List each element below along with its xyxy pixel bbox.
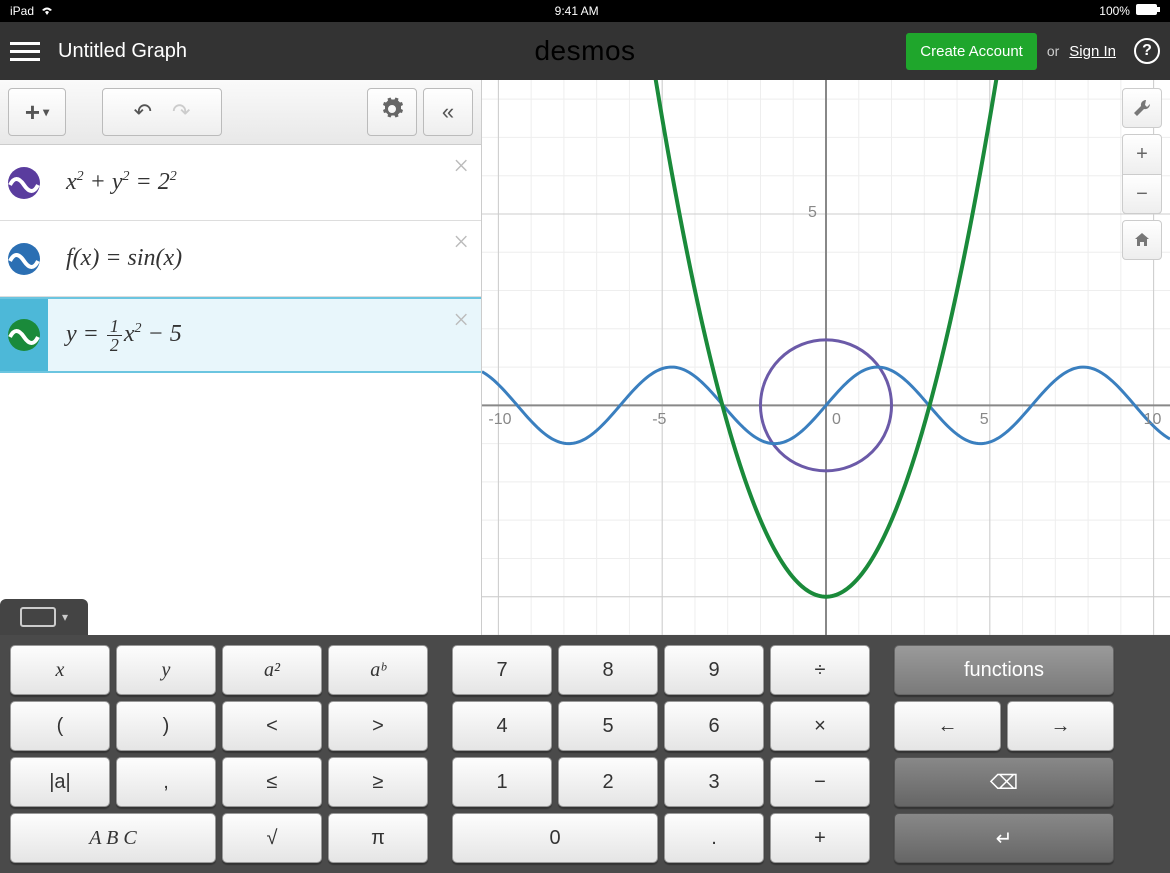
delete-expression-icon[interactable]: × bbox=[453, 227, 469, 259]
tick-label: 10 bbox=[1144, 411, 1162, 429]
redo-icon[interactable]: ↷ bbox=[172, 99, 190, 125]
tick-label: 5 bbox=[980, 411, 989, 429]
menu-icon[interactable] bbox=[10, 36, 40, 66]
zoom-out-button[interactable]: − bbox=[1122, 174, 1162, 214]
delete-expression-icon[interactable]: × bbox=[453, 305, 469, 337]
key[interactable]: ÷ bbox=[770, 645, 870, 695]
key[interactable]: 3 bbox=[664, 757, 764, 807]
zoom-in-button[interactable]: + bbox=[1122, 134, 1162, 174]
gear-icon bbox=[380, 97, 404, 127]
tick-label: 5 bbox=[808, 204, 817, 222]
key[interactable]: π bbox=[328, 813, 428, 863]
key[interactable]: − bbox=[770, 757, 870, 807]
keyboard-icon bbox=[20, 607, 56, 627]
key[interactable]: × bbox=[770, 701, 870, 751]
status-bar: iPad 9:41 AM 100% bbox=[0, 0, 1170, 22]
brand-logo: desmos bbox=[534, 35, 635, 67]
key[interactable]: y bbox=[116, 645, 216, 695]
key[interactable]: |a| bbox=[10, 757, 110, 807]
wave-icon bbox=[8, 243, 40, 275]
expression-content[interactable]: f(x) = sin(x) bbox=[66, 245, 471, 272]
math-keyboard: xya²aᵇ()<>|a|,≤≥A B C√π 789÷456×123−0.+ … bbox=[0, 635, 1170, 873]
origin-label: 0 bbox=[832, 411, 841, 429]
battery-icon bbox=[1136, 4, 1160, 18]
key[interactable]: ( bbox=[10, 701, 110, 751]
graph-controls: + − bbox=[1122, 88, 1162, 260]
keyboard-section-functions: functions ← → ⌫ ↵ bbox=[894, 645, 1114, 863]
expression-color-handle[interactable] bbox=[0, 221, 48, 296]
signin-link[interactable]: Sign In bbox=[1069, 43, 1116, 60]
key[interactable]: 5 bbox=[558, 701, 658, 751]
key[interactable]: ≤ bbox=[222, 757, 322, 807]
backspace-key[interactable]: ⌫ bbox=[894, 757, 1114, 807]
expression-row[interactable]: x2 + y2 = 22 × bbox=[0, 145, 481, 221]
graph-svg bbox=[482, 80, 1170, 635]
home-icon[interactable] bbox=[1122, 220, 1162, 260]
arrow-left-key[interactable]: ← bbox=[894, 701, 1001, 751]
key[interactable]: aᵇ bbox=[328, 645, 428, 695]
app-header: Untitled Graph desmos Create Account or … bbox=[0, 22, 1170, 80]
expression-content[interactable]: y = 12x2 − 5 bbox=[66, 317, 471, 354]
key[interactable]: < bbox=[222, 701, 322, 751]
enter-key[interactable]: ↵ bbox=[894, 813, 1114, 863]
undo-icon[interactable]: ↶ bbox=[134, 99, 152, 125]
key[interactable]: 4 bbox=[452, 701, 552, 751]
wrench-icon[interactable] bbox=[1122, 88, 1162, 128]
keyboard-section-symbols: xya²aᵇ ()<> |a|,≤≥ A B C√π bbox=[10, 645, 428, 863]
status-time: 9:41 AM bbox=[555, 4, 599, 18]
key[interactable]: √ bbox=[222, 813, 322, 863]
arrow-right-key[interactable]: → bbox=[1007, 701, 1114, 751]
device-label: iPad bbox=[10, 4, 34, 18]
wifi-icon bbox=[40, 4, 54, 18]
create-account-button[interactable]: Create Account bbox=[906, 33, 1037, 70]
expression-row[interactable]: y = 12x2 − 5 × bbox=[0, 297, 481, 373]
graph-canvas[interactable]: + − -10 -5 5 10 5 0 bbox=[482, 80, 1170, 635]
keyboard-toggle-button[interactable]: ▾ bbox=[0, 599, 88, 635]
key[interactable]: 6 bbox=[664, 701, 764, 751]
keyboard-section-numpad: 789÷ 456× 123− 0.+ bbox=[452, 645, 870, 863]
key[interactable]: 9 bbox=[664, 645, 764, 695]
tick-label: -10 bbox=[488, 411, 511, 429]
expression-color-handle[interactable] bbox=[0, 299, 48, 371]
key[interactable]: A B C bbox=[10, 813, 216, 863]
add-expression-button[interactable]: +▾ bbox=[8, 88, 66, 136]
or-text: or bbox=[1047, 43, 1059, 59]
tick-label: -5 bbox=[652, 411, 666, 429]
collapse-sidebar-button[interactable]: « bbox=[423, 88, 473, 136]
key[interactable]: 8 bbox=[558, 645, 658, 695]
key[interactable]: 2 bbox=[558, 757, 658, 807]
key[interactable]: ) bbox=[116, 701, 216, 751]
wave-icon bbox=[8, 319, 40, 351]
expression-content[interactable]: x2 + y2 = 22 bbox=[66, 169, 471, 196]
wave-icon bbox=[8, 167, 40, 199]
settings-button[interactable] bbox=[367, 88, 417, 136]
battery-pct: 100% bbox=[1099, 4, 1130, 18]
graph-title[interactable]: Untitled Graph bbox=[58, 40, 187, 63]
expression-row[interactable]: f(x) = sin(x) × bbox=[0, 221, 481, 297]
key[interactable]: , bbox=[116, 757, 216, 807]
key[interactable]: ≥ bbox=[328, 757, 428, 807]
delete-expression-icon[interactable]: × bbox=[453, 151, 469, 183]
sidebar-toolbar: +▾ ↶ ↷ « bbox=[0, 80, 481, 145]
expression-sidebar: +▾ ↶ ↷ « x2 + y2 = 22 × bbox=[0, 80, 482, 635]
key[interactable]: 0 bbox=[452, 813, 658, 863]
key[interactable]: x bbox=[10, 645, 110, 695]
key[interactable]: 1 bbox=[452, 757, 552, 807]
expression-color-handle[interactable] bbox=[0, 145, 48, 220]
key[interactable]: + bbox=[770, 813, 870, 863]
key[interactable]: > bbox=[328, 701, 428, 751]
key[interactable]: a² bbox=[222, 645, 322, 695]
key[interactable]: 7 bbox=[452, 645, 552, 695]
key[interactable]: . bbox=[664, 813, 764, 863]
undo-redo-buttons[interactable]: ↶ ↷ bbox=[102, 88, 222, 136]
functions-button[interactable]: functions bbox=[894, 645, 1114, 695]
help-icon[interactable]: ? bbox=[1134, 38, 1160, 64]
